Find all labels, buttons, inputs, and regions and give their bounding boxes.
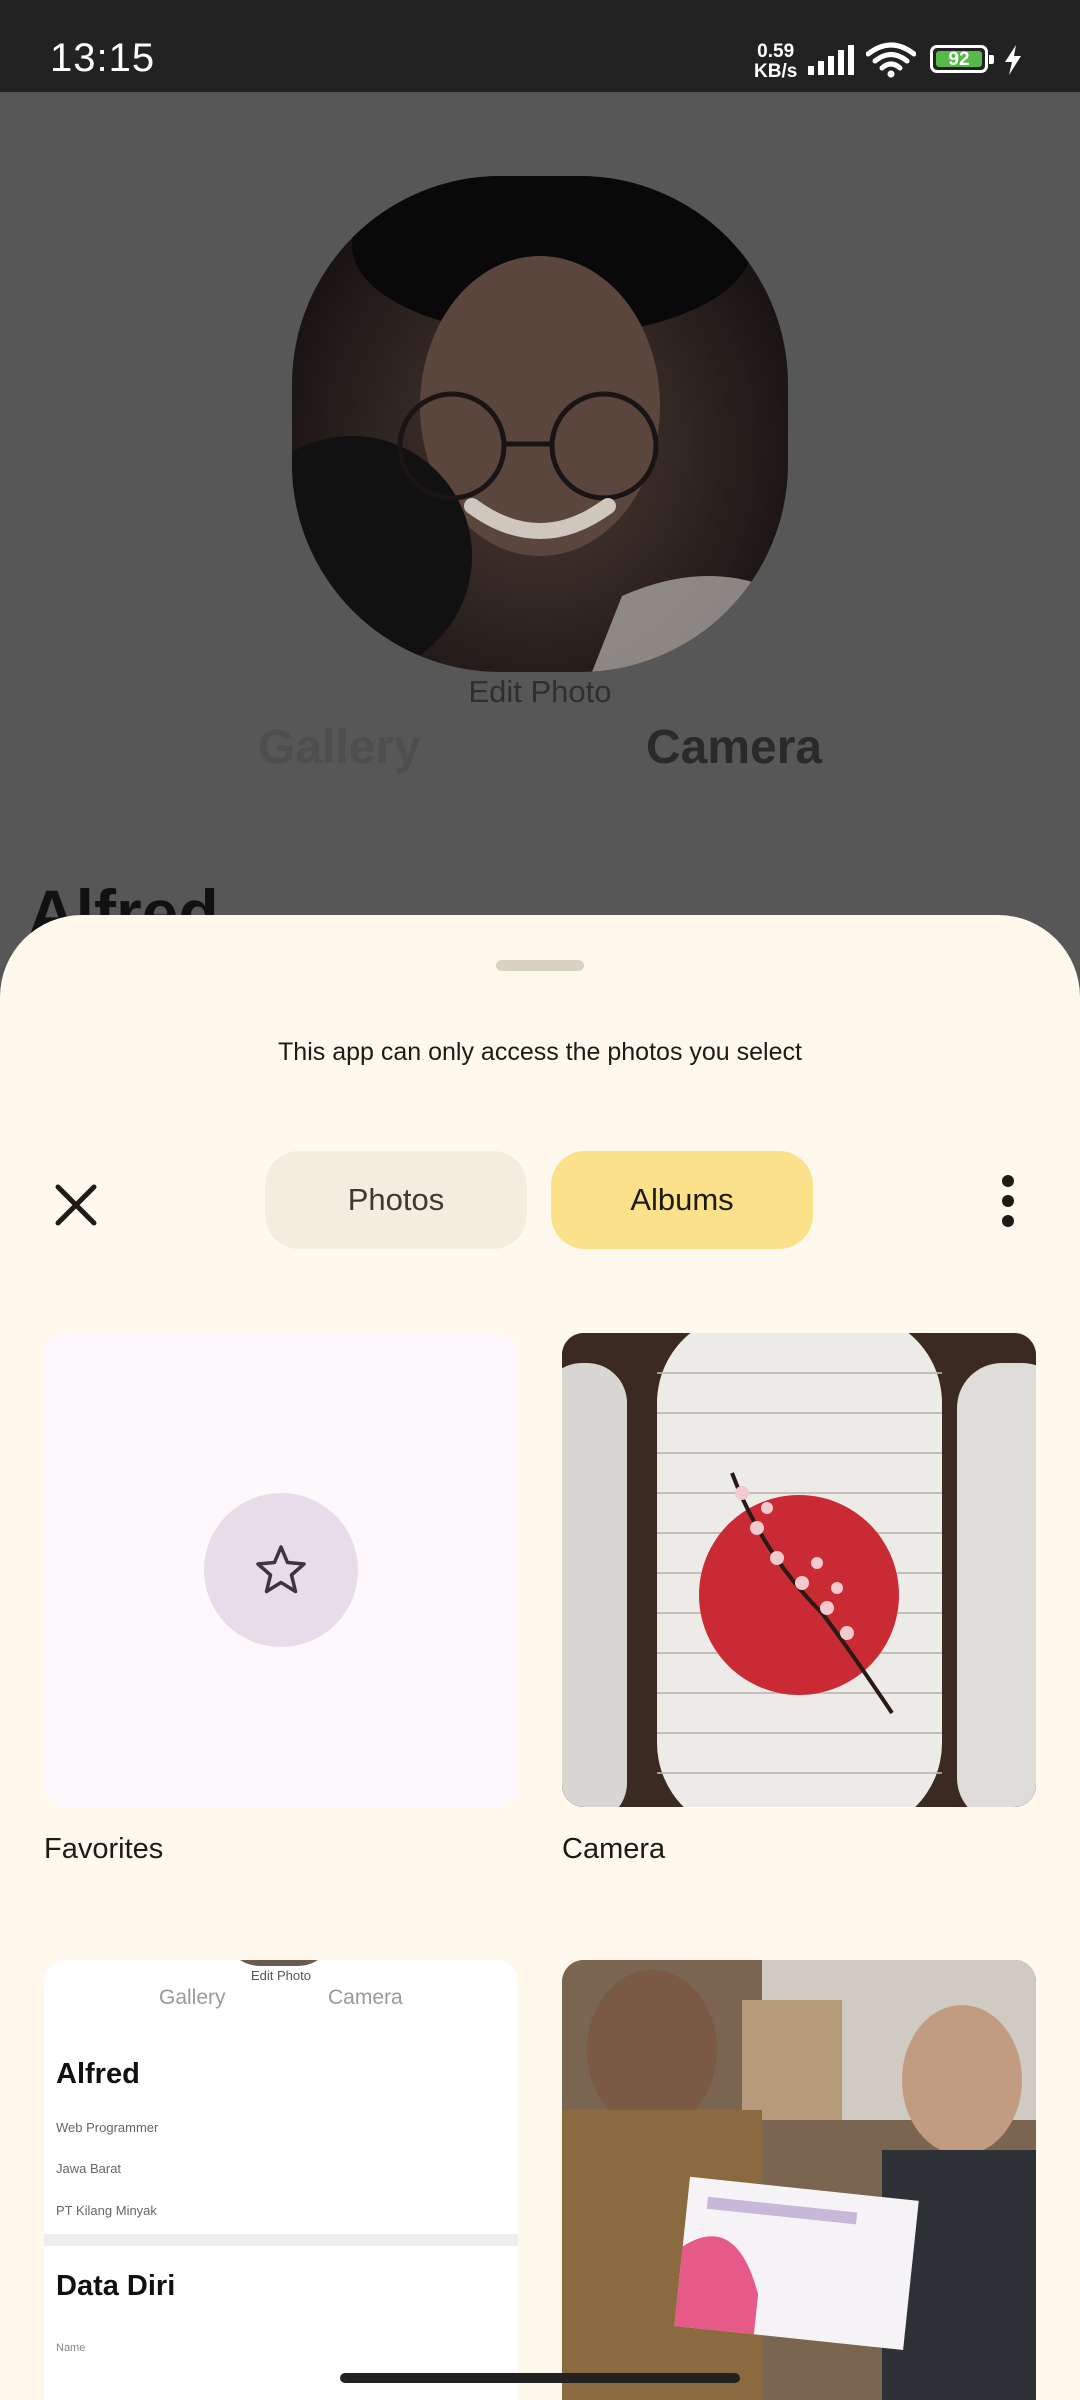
bg-tab-gallery: Gallery [258, 721, 421, 774]
album-photo[interactable] [562, 1960, 1036, 2400]
album-label: Camera [562, 1833, 666, 1865]
drag-handle[interactable] [496, 960, 584, 971]
signal-icon [808, 45, 854, 75]
battery-icon: 92 [930, 45, 994, 73]
status-time: 13:15 [50, 36, 156, 80]
mini-line1: Web Programmer [56, 2120, 159, 2135]
star-icon [256, 1545, 306, 1594]
album-favorites[interactable]: Favorites [44, 1333, 518, 1866]
album-label: Favorites [44, 1833, 164, 1865]
network-speed-unit: KB/s [754, 61, 798, 82]
charging-icon [1005, 45, 1021, 75]
tab-albums[interactable]: Albums [551, 1151, 813, 1249]
battery-level: 92 [936, 50, 982, 69]
mini-edit-photo: Edit Photo [251, 1968, 311, 1983]
mini-gallery: Gallery [159, 1986, 226, 2009]
mini-line2: Jawa Barat [56, 2161, 122, 2176]
status-bar: 13:15 0.59 KB/s 92 [0, 0, 1080, 92]
photo-picker-sheet: This app can only access the photos you … [0, 915, 1080, 2400]
gesture-navigation-bar[interactable] [340, 2373, 740, 2383]
album-thumbnail [562, 1960, 1036, 2400]
wifi-icon [866, 42, 916, 78]
people-photo [562, 1960, 1036, 2400]
network-speed-value: 0.59 [757, 41, 795, 62]
more-vert-icon [1002, 1175, 1014, 1227]
tab-photos[interactable]: Photos [265, 1151, 527, 1249]
background-app: Edit Photo Gallery Camera Alfred [0, 92, 1080, 992]
album-screenshots[interactable]: Edit Photo Gallery Camera Alfred Web Pro… [44, 1960, 518, 2400]
album-thumbnail [562, 1333, 1036, 1807]
mini-field: Name [56, 2342, 86, 2354]
lantern-photo [562, 1333, 1036, 1807]
network-speed: 0.59 KB/s [754, 42, 797, 82]
close-button[interactable] [46, 1175, 106, 1235]
access-notice: This app can only access the photos you … [278, 1038, 802, 1066]
bg-tab-camera: Camera [646, 721, 823, 774]
mini-line3: PT Kilang Minyak [56, 2203, 157, 2218]
profile-avatar [292, 176, 788, 672]
more-options-button[interactable] [988, 1173, 1028, 1229]
album-thumbnail [44, 1333, 518, 1807]
mini-section: Data Diri [56, 2270, 176, 2302]
edit-photo-label: Edit Photo [468, 674, 612, 709]
album-thumbnail: Edit Photo Gallery Camera Alfred Web Pro… [44, 1960, 518, 2400]
mini-name: Alfred [56, 2058, 140, 2090]
album-camera[interactable]: Camera [562, 1333, 1036, 1866]
close-icon [55, 1184, 97, 1226]
favorites-circle [204, 1493, 358, 1647]
mini-camera: Camera [328, 1986, 403, 2009]
